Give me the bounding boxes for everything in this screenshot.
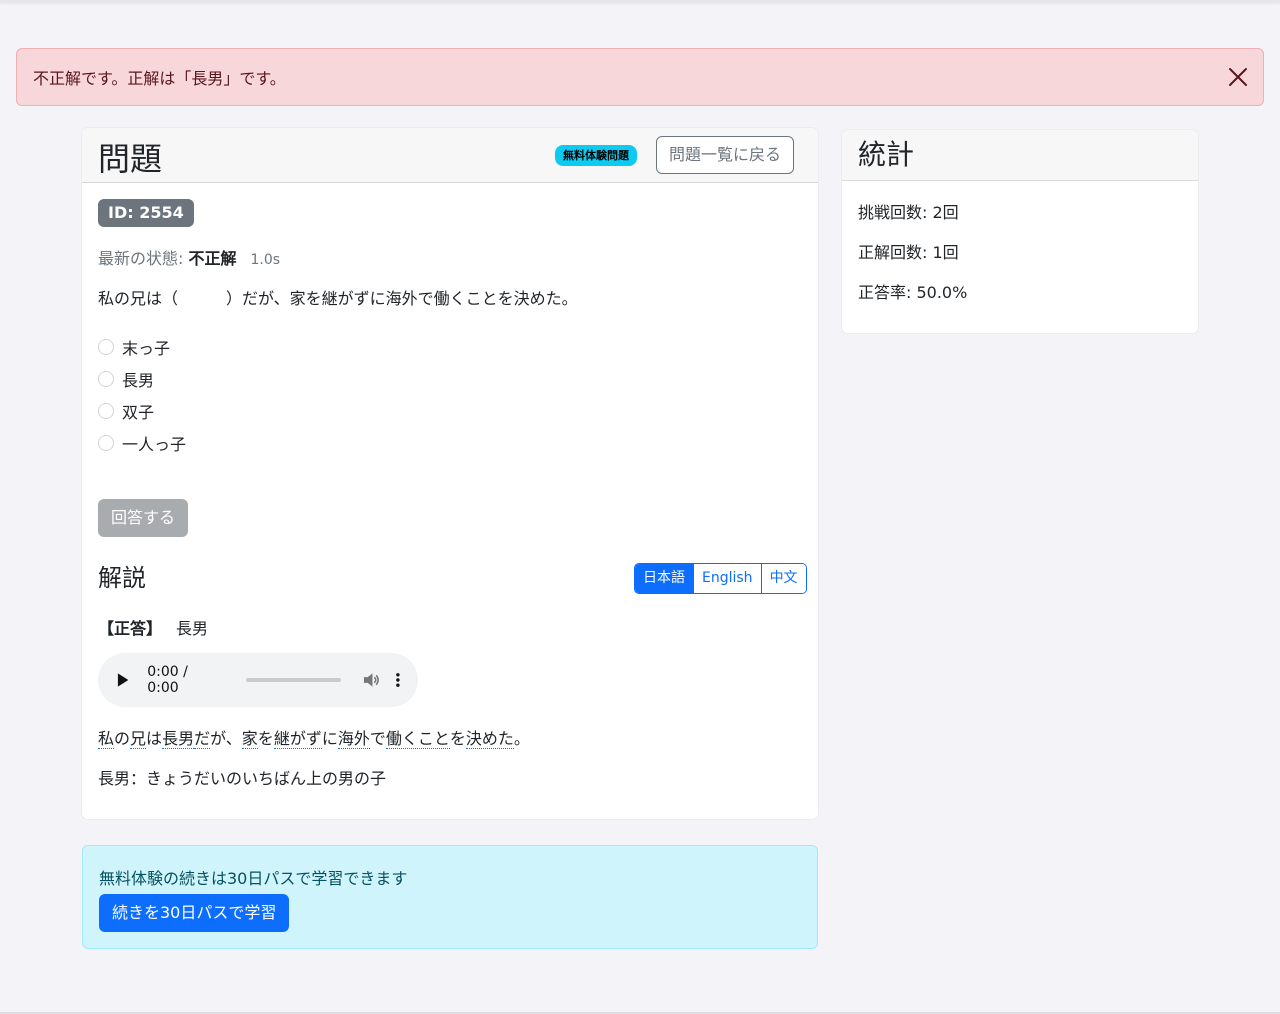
close-icon[interactable]: [1227, 66, 1249, 88]
latest-status: 最新の状態: 不正解 1.0s: [98, 245, 280, 269]
radio-button[interactable]: [98, 435, 114, 451]
correct-count: 正解回数: 1回: [858, 243, 959, 262]
word-link[interactable]: 継がず: [273, 729, 322, 749]
word-link[interactable]: 長男: [162, 729, 195, 749]
correct-answer-label: 【正答】: [98, 619, 163, 638]
word-definition: 長男：きょうだいのいちばん上の男の子: [98, 769, 387, 788]
word-link[interactable]: 海外: [337, 729, 370, 749]
word-plain: で: [369, 729, 386, 748]
word-plain: は: [146, 729, 163, 748]
option-label: 長男: [122, 371, 155, 390]
lang-button-japanese[interactable]: 日本語: [635, 564, 693, 593]
option-item[interactable]: 長男: [98, 363, 186, 395]
back-to-list-button[interactable]: 問題一覧に戻る: [656, 136, 794, 174]
alert-message: 不正解です。正解は「長男」です。: [33, 69, 286, 88]
stats-card: 統計 挑戦回数: 2回 正解回数: 1回 正答率: 50.0%: [842, 130, 1198, 333]
audio-player: 0:00 / 0:00: [98, 653, 418, 707]
word-link[interactable]: 決めた: [465, 729, 514, 749]
audio-seek-bar[interactable]: [245, 678, 342, 682]
top-bar: [0, 0, 1280, 3]
word-link[interactable]: 家: [241, 729, 258, 749]
play-icon[interactable]: [116, 672, 129, 688]
lang-button-english[interactable]: English: [693, 564, 761, 593]
word-plain: 。: [513, 729, 530, 748]
audio-time: 0:00 / 0:00: [147, 664, 188, 696]
more-options-icon[interactable]: [396, 672, 400, 688]
option-label: 一人っ子: [122, 435, 187, 454]
trial-promo-alert: 無料体験の続きは30日パスで学習できます 続きを30日パスで学習: [82, 845, 818, 949]
option-label: 双子: [122, 403, 155, 422]
option-label: 末っ子: [122, 339, 171, 358]
submit-answer-button[interactable]: 回答する: [98, 499, 188, 537]
radio-button[interactable]: [98, 403, 114, 419]
option-item[interactable]: 一人っ子: [98, 427, 186, 459]
option-item[interactable]: 末っ子: [98, 331, 186, 363]
language-toggle: 日本語 English 中文: [634, 563, 807, 594]
question-id-badge: ID: 2554: [98, 199, 194, 227]
status-value: 不正解: [188, 249, 237, 268]
correct-answer-line: 【正答】 長男: [98, 615, 208, 639]
word-plain: を: [257, 729, 274, 748]
word-link[interactable]: 私: [98, 729, 115, 749]
word-link[interactable]: 兄: [130, 729, 147, 749]
word-link[interactable]: だ: [194, 729, 211, 749]
accuracy-rate: 正答率: 50.0%: [858, 283, 968, 302]
word-plain: の: [114, 729, 131, 748]
answer-time: 1.0s: [250, 252, 281, 268]
error-alert: 不正解です。正解は「長男」です。: [16, 48, 1264, 106]
status-label: 最新の状態:: [98, 249, 189, 268]
question-card-header: 問題 無料体験問題 問題一覧に戻る: [82, 128, 818, 183]
question-text: 私の兄は（ ）だが、家を継がずに海外で働くことを決めた。: [98, 289, 578, 308]
stats-title: 統計: [842, 130, 1198, 181]
radio-button[interactable]: [98, 371, 114, 387]
word-link[interactable]: 働くこと: [385, 729, 450, 749]
correct-answer-value: 長男: [176, 619, 209, 638]
example-sentence: 私の兄は長男だが、家を継がずに海外で働くことを決めた。: [98, 725, 530, 749]
word-plain: が、: [210, 729, 242, 748]
attempt-count: 挑戦回数: 2回: [858, 203, 959, 222]
lang-button-chinese[interactable]: 中文: [760, 564, 806, 593]
continue-with-pass-button[interactable]: 続きを30日パスで学習: [99, 894, 290, 932]
promo-text: 無料体験の続きは30日パスで学習できます: [99, 869, 408, 888]
question-card: 問題 無料体験問題 問題一覧に戻る ID: 2554 最新の状態: 不正解 1.0…: [82, 128, 818, 819]
volume-icon[interactable]: [363, 672, 380, 688]
answer-options: 末っ子 長男 双子 一人っ子: [98, 331, 186, 459]
free-trial-badge: 無料体験問題: [555, 145, 637, 166]
word-plain: に: [321, 729, 338, 748]
question-title: 問題: [98, 140, 163, 178]
radio-button[interactable]: [98, 339, 114, 355]
word-plain: を: [449, 729, 466, 748]
option-item[interactable]: 双子: [98, 395, 186, 427]
explanation-title: 解説: [98, 564, 146, 592]
